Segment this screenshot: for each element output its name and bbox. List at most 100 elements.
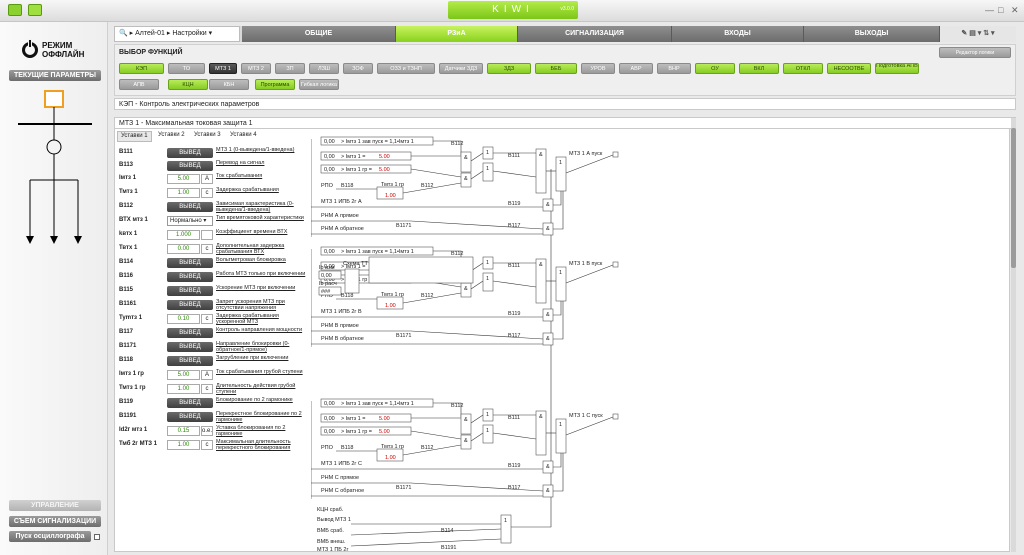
func-17-button[interactable]: НЕСООТВЕ [827, 63, 871, 74]
value-field[interactable]: 1.00 [167, 440, 200, 450]
sidebar: РЕЖИМ ОФФЛАЙН ТЕКУЩИЕ ПАРАМЕТРЫ УПРАВЛЕНИ… [0, 22, 108, 555]
func-9-button[interactable]: ЗДЗ [487, 63, 531, 74]
toggle-button[interactable]: ВЫВЕД [167, 356, 213, 366]
func-18-button[interactable]: Подготовка АПВ [875, 63, 919, 74]
input-label: РНМ С прямое [321, 475, 359, 481]
gate-symbol: & [464, 438, 468, 444]
func-12-button[interactable]: АВР [619, 63, 653, 74]
toggle-button[interactable]: ВЫВЕД [167, 272, 213, 282]
connect-icon[interactable] [28, 4, 42, 16]
toggle-button[interactable]: ВЫВЕД [167, 300, 213, 310]
func2-1-button[interactable]: КЦН [168, 79, 208, 90]
tab-general[interactable]: ОБЩИЕ [242, 26, 396, 42]
offline-mode[interactable]: РЕЖИМ ОФФЛАЙН [22, 39, 92, 63]
settings-crumb[interactable]: Настройки [172, 30, 206, 37]
param-row: Id2г мтз 1 0.15 о.е. Уставка блокирования п… [115, 425, 315, 437]
output-terminal [612, 261, 619, 268]
scrollbar-thumb[interactable] [1011, 128, 1016, 268]
unit-label: с [201, 440, 213, 450]
gate-symbol: 1 [486, 412, 489, 418]
func-6-button[interactable]: ЗОФ [343, 63, 373, 74]
param-row: В1161 ВЫВЕД Запрет ускорения МТЗ при отсут… [115, 299, 315, 311]
param-desc: Ускорение МТЗ при включении [216, 285, 296, 291]
value-field[interactable]: 5.00 [167, 370, 200, 380]
func-15-button[interactable]: ВКЛ [739, 63, 779, 74]
close-icon[interactable]: ✕ [1011, 5, 1019, 15]
toggle-button[interactable]: ВЫВЕД [167, 328, 213, 338]
param-label: kвтх 1 [119, 231, 138, 237]
toggle-button[interactable]: ВЫВЕД [167, 161, 213, 171]
switch-label: В117 [508, 333, 520, 339]
toggle-button[interactable]: ВЫВЕД [167, 412, 213, 422]
func-5-button[interactable]: ЛЗШ [309, 63, 339, 74]
tab-outputs[interactable]: ВЫХОДЫ [804, 26, 940, 42]
value-field[interactable]: 1.00 [167, 384, 200, 394]
comparator-label: > Iмтз 1 зав пуск = 1,1•Iмтз 1 [341, 249, 414, 255]
search-icon[interactable]: 🔍 [119, 30, 128, 37]
current-params-button[interactable]: ТЕКУЩИЕ ПАРАМЕТРЫ [9, 70, 101, 81]
section-kep[interactable]: КЭП - Контроль электрических параметров [114, 98, 1016, 110]
func-0-button[interactable]: КЭП [119, 63, 164, 74]
func2-2-button[interactable]: КБН [209, 79, 249, 90]
minimize-icon[interactable]: — [985, 5, 994, 15]
tab-settings-2[interactable]: Уставки 2 [155, 131, 188, 140]
param-label: Тмтз 1 [119, 189, 138, 195]
func2-3-button[interactable]: Программа [255, 79, 295, 90]
osc-start-button[interactable]: Пуск осциллографа [9, 531, 91, 542]
device-path[interactable]: 🔍 ▸ Алтей-01 ▸ Настройки ▾ [114, 26, 240, 42]
type-select[interactable]: Нормально ▾ [167, 216, 213, 226]
param-label: В119 [119, 399, 134, 405]
setting-tabs: Уставки 1 Уставки 2 Уставки 3 Уставки 4 [117, 131, 307, 142]
param-row: В111 ВЫВЕД МТЗ 1 (0-выведена/1-введена) [115, 147, 315, 159]
value-field[interactable]: 1.000 [167, 230, 200, 240]
input-label: МТЗ 1 ПБ 2г [317, 547, 348, 553]
func-2-button[interactable]: МТЗ 1 [209, 63, 237, 74]
param-label: В117 [119, 329, 134, 335]
func-7-button[interactable]: ОЗЗ и ТЗНП [377, 63, 435, 74]
switch-label: В118 [341, 183, 353, 189]
func-4-button[interactable]: ЗП [275, 63, 305, 74]
func-13-button[interactable]: ВНР [657, 63, 691, 74]
toggle-button[interactable]: ВЫВЕД [167, 202, 213, 212]
value-field[interactable]: 0.15 [167, 426, 200, 436]
tab-signaling[interactable]: СИГНАЛИЗАЦИЯ [518, 26, 672, 42]
toggle-button[interactable]: ВЫВЕД [167, 342, 213, 352]
tab-settings-3[interactable]: Уставки 3 [191, 131, 224, 140]
value-field[interactable]: 1.00 [167, 188, 200, 198]
value-field[interactable]: 5.00 [167, 174, 200, 184]
maximize-icon[interactable]: □ [998, 5, 1003, 15]
osc-checkbox[interactable] [94, 534, 100, 540]
func-10-button[interactable]: БЕБ [535, 63, 577, 74]
func-14-button[interactable]: ОУ [695, 63, 735, 74]
func2-0-button[interactable]: АПВ [119, 79, 159, 90]
control-button[interactable]: УПРАВЛЕНИЕ [9, 500, 101, 511]
logic-editor-button[interactable]: Редактор логики [939, 47, 1011, 58]
param-label: Тмб 2г МТЗ 1 [119, 441, 158, 447]
app-menu-icon[interactable] [8, 4, 22, 16]
tab-rza[interactable]: РЗиА [396, 26, 518, 42]
func-3-button[interactable]: МТЗ 2 [241, 63, 271, 74]
tab-inputs[interactable]: ВХОДЫ [672, 26, 804, 42]
toggle-button[interactable]: ВЫВЕД [167, 286, 213, 296]
func-8-button[interactable]: Датчики ЗДЗ [439, 63, 483, 74]
gate-symbol: & [464, 286, 468, 292]
toggle-button[interactable]: ВЫВЕД [167, 148, 213, 158]
param-desc: Зависимая характеристика (0-выведена/1-в… [216, 201, 294, 213]
tab-settings-4[interactable]: Уставки 4 [227, 131, 260, 140]
func-11-button[interactable]: УРОВ [581, 63, 615, 74]
reset-signals-button[interactable]: СЪЕМ СИГНАЛИЗАЦИИ [9, 516, 101, 527]
func-16-button[interactable]: ОТКЛ [783, 63, 823, 74]
func-1-button[interactable]: ТО [168, 63, 205, 74]
func2-4-button[interactable]: Гибкая логика [299, 79, 339, 90]
value-field[interactable]: 0.10 [167, 314, 200, 324]
toggle-button[interactable]: ВЫВЕД [167, 258, 213, 268]
value-field[interactable]: 0.00 [167, 244, 200, 254]
tab-settings-1[interactable]: Уставки 1 [117, 131, 152, 142]
timer-value: 1.00 [385, 303, 396, 309]
param-desc: Перекрестное блокирование по 2 гармонике [216, 411, 302, 423]
toolbar-icons[interactable]: ✎ ▤ ▾ ⇅ ▾ [940, 26, 1016, 42]
toggle-button[interactable]: ВЫВЕД [167, 398, 213, 408]
vertical-scrollbar[interactable] [1011, 118, 1016, 552]
device-name[interactable]: Алтей-01 [135, 30, 165, 37]
gate-symbol: 1 [486, 428, 489, 434]
